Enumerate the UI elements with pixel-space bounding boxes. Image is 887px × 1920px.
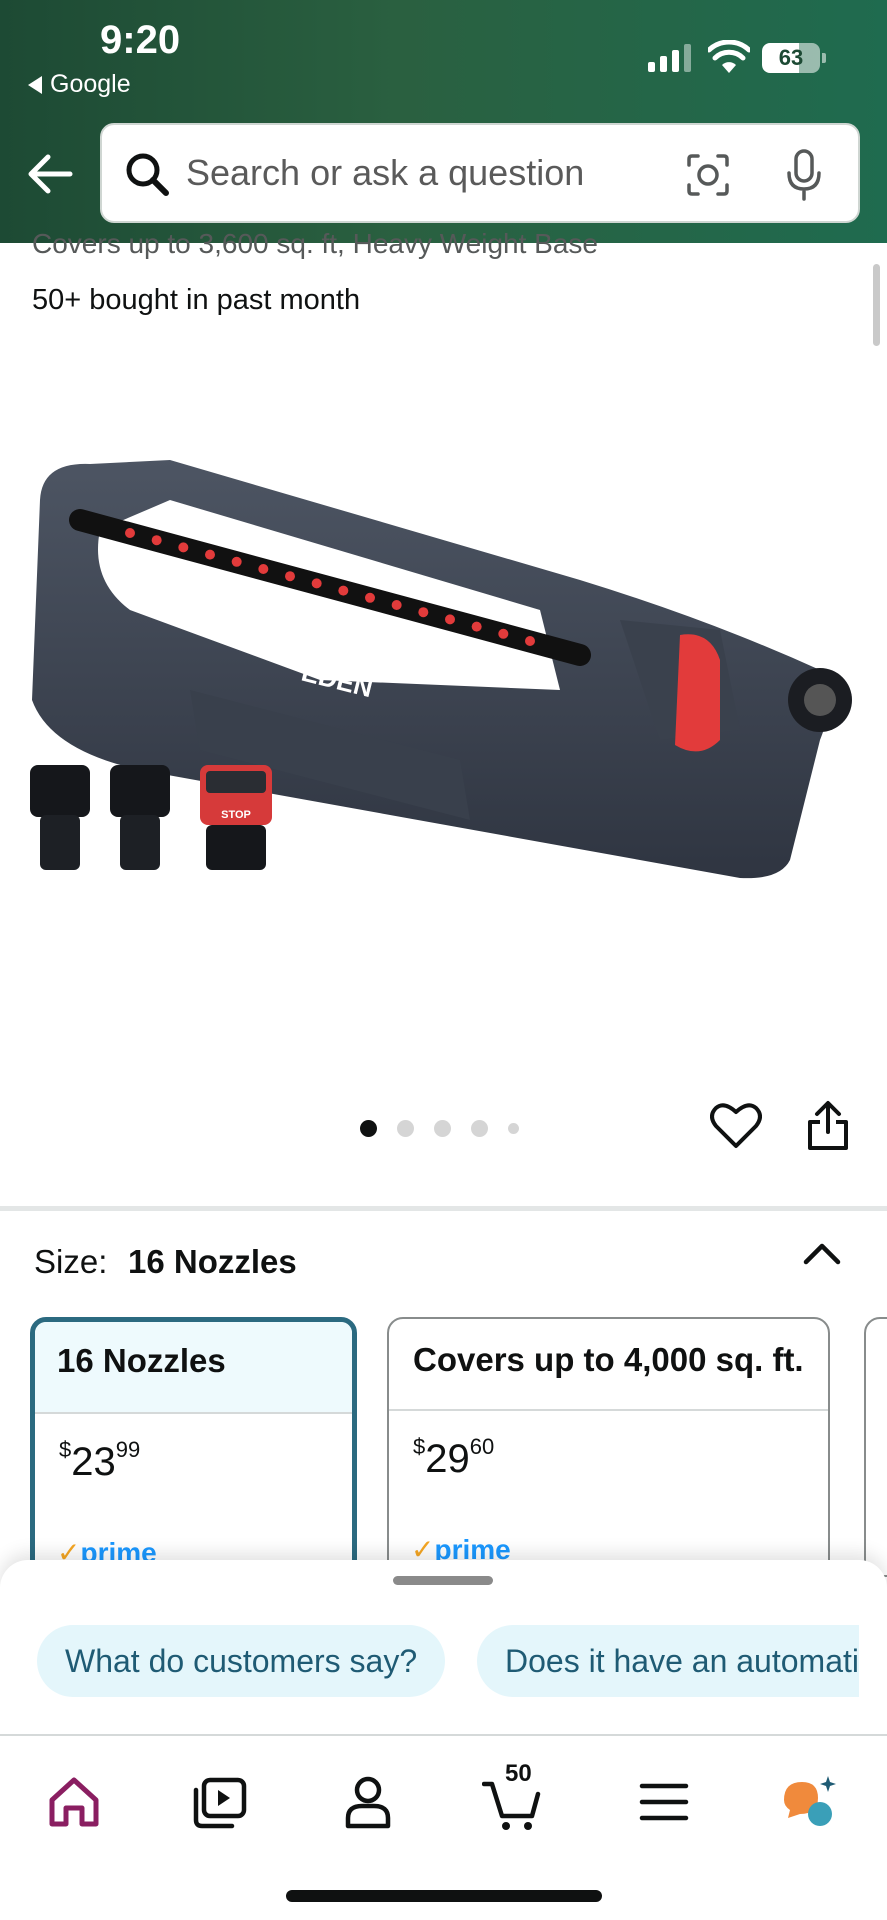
product-title-fragment[interactable]: Covers up to 3,600 sq. ft, Heavy Weight … [32, 228, 598, 260]
suggestion-chip[interactable]: What do customers say? [37, 1625, 446, 1697]
microphone-icon[interactable] [786, 149, 822, 201]
rufus-icon[interactable] [778, 1770, 842, 1834]
search-icon [126, 153, 169, 196]
suggestion-chip[interactable]: Does it have an automati [477, 1625, 859, 1697]
bought-in-past-month: 50+ bought in past month [32, 284, 361, 316]
size-label: Size: [34, 1243, 108, 1280]
hose-connectors: STOP [30, 765, 272, 870]
video-icon[interactable] [188, 1770, 252, 1834]
nozzle [125, 528, 135, 538]
image-carousel-dots[interactable] [360, 1120, 519, 1137]
carousel-dot[interactable] [360, 1120, 377, 1137]
carousel-dot[interactable] [508, 1123, 519, 1134]
nozzle [178, 542, 189, 553]
nozzle [205, 549, 215, 560]
size-option-price: $2960 [413, 1433, 495, 1481]
camera-search-icon[interactable] [686, 153, 730, 197]
nozzle [338, 585, 349, 596]
size-option-name: 16 Nozzles [35, 1322, 352, 1414]
menu-icon[interactable] [632, 1770, 696, 1834]
nozzle [285, 571, 295, 582]
status-time: 9:20 [100, 18, 181, 62]
search-bar[interactable] [100, 123, 860, 223]
nozzle [151, 535, 162, 546]
battery-icon: 63 [762, 43, 826, 73]
suggestions-sheet: What do customers say? Does it have an a… [0, 1560, 887, 1735]
carousel-dot[interactable] [397, 1120, 414, 1137]
stop-label: STOP [221, 809, 251, 821]
size-selected-value: 16 Nozzles [128, 1243, 297, 1280]
cellular-signal-icon [648, 44, 691, 72]
nozzle [231, 556, 242, 567]
share-icon[interactable] [806, 1100, 850, 1152]
size-option-name: Covers up to 4,000 sq. ft. [389, 1319, 828, 1411]
nozzle [365, 592, 375, 603]
battery-level: 63 [778, 45, 804, 70]
chevron-up-icon[interactable] [800, 1238, 844, 1270]
section-divider [0, 1206, 887, 1211]
home-indicator [286, 1890, 602, 1902]
scroll-indicator [873, 264, 880, 346]
app-header: 9:20 Google 63 [0, 0, 887, 243]
size-option-price: $2399 [59, 1436, 141, 1484]
size-option-covers-4000[interactable]: Covers up to 4,000 sq. ft. $2960 ✓prime [387, 1317, 830, 1577]
carousel-dot[interactable] [471, 1120, 488, 1137]
home-icon[interactable] [42, 1770, 106, 1834]
nozzle [525, 636, 535, 646]
product-image[interactable]: EDEN STOP [20, 440, 870, 920]
nozzle [391, 600, 402, 610]
nozzle [311, 578, 322, 589]
back-app-label: Google [50, 70, 131, 98]
search-input[interactable] [186, 143, 656, 203]
account-icon[interactable] [336, 1770, 400, 1834]
carousel-dot[interactable] [434, 1120, 451, 1137]
back-triangle-icon [28, 75, 42, 94]
size-option-partial[interactable] [864, 1317, 887, 1577]
nozzle [471, 621, 482, 632]
nozzle [258, 564, 269, 574]
sheet-grabber[interactable] [393, 1576, 493, 1585]
cart-count-badge: 50 [505, 1760, 532, 1787]
nozzle [498, 628, 509, 639]
size-option-16-nozzles[interactable]: 16 Nozzles $2399 ✓prime [30, 1317, 357, 1577]
heart-icon[interactable] [710, 1102, 762, 1150]
nozzle [445, 614, 455, 625]
back-to-app-link[interactable]: Google [28, 70, 131, 99]
back-arrow-icon[interactable] [26, 152, 74, 196]
nozzle [418, 607, 429, 618]
wifi-icon [708, 40, 750, 73]
